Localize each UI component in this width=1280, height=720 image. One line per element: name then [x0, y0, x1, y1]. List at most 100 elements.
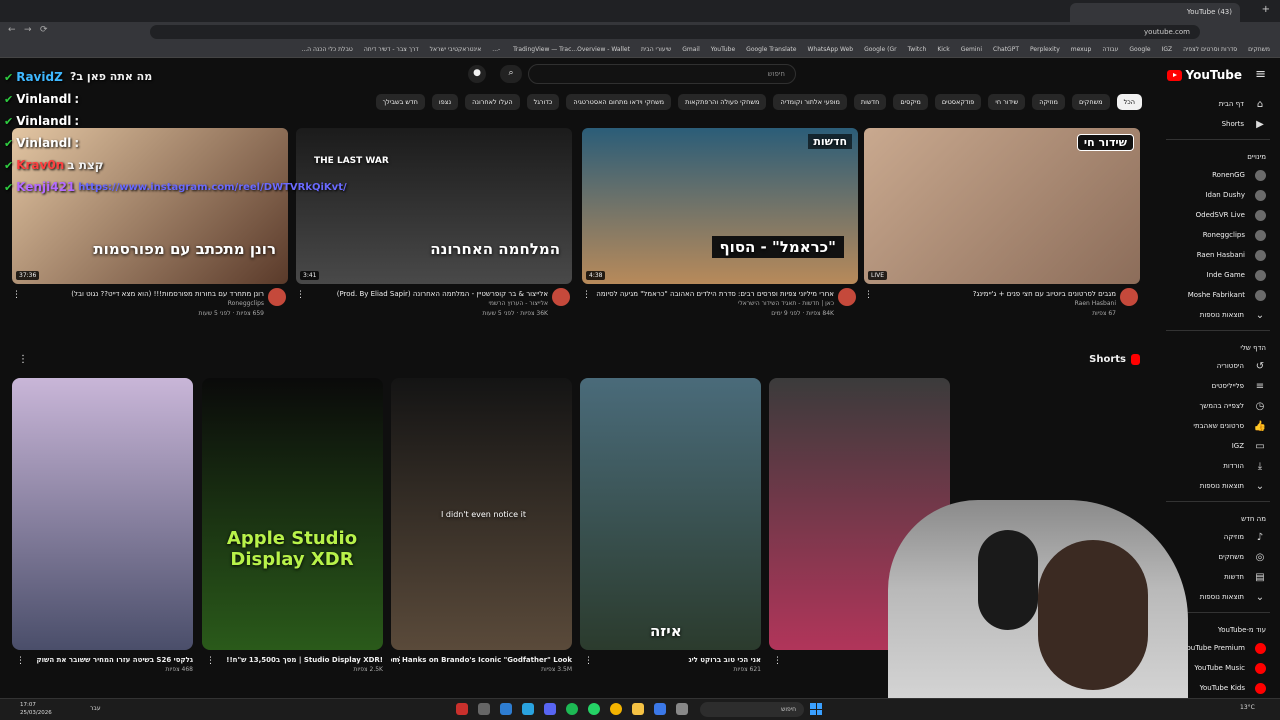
video-thumbnail[interactable]: שידור חי LIVE [864, 128, 1140, 284]
sidebar-item-you-5[interactable]: ⤓ הורדות [1156, 456, 1280, 476]
bookmark-item[interactable]: אינטראקטיבי ישראל [430, 46, 482, 53]
short-card[interactable]: איזה אני הכי טוב ברוקט ליג 621 צפיות ⋮ [580, 378, 761, 673]
video-title[interactable]: מגבים לסרטונים ביוטיוב עם חצי פנים + ג'י… [864, 290, 1140, 299]
bookmark-item[interactable]: טבלת כלי הכנה ה... [301, 46, 352, 53]
bookmark-item[interactable]: mexup [1071, 46, 1092, 53]
short-title[interactable]: !Studio Display XDR | מסך ב13,500 ש"ח!! [202, 656, 383, 664]
whatsapp-icon[interactable] [588, 703, 600, 715]
browser-tab[interactable]: (43) YouTube [1070, 3, 1240, 22]
hamburger-menu-icon[interactable]: ≡ [1255, 67, 1266, 82]
sidebar-more-you[interactable]: ⌄ תוצאות נוספות [1156, 476, 1280, 496]
app-icon-2[interactable] [478, 703, 490, 715]
bookmark-item[interactable]: IGZ [1162, 46, 1173, 53]
bookmark-item[interactable]: TradingView — Trac... [513, 46, 577, 53]
short-thumbnail[interactable]: Apple Studio Display XDR [202, 378, 383, 650]
video-title[interactable]: אלייצור & בר קופרשטיין - המלחמה האחרונה … [296, 290, 572, 299]
chip-4[interactable]: פודקאסטים [934, 94, 982, 110]
bookmark-item[interactable]: Google (Gr [864, 46, 897, 53]
short-title[interactable]: אני הכי טוב ברוקט ליג [580, 656, 761, 664]
you-header[interactable]: הדף שלי [1156, 336, 1280, 356]
app-icon-4[interactable] [654, 703, 666, 715]
short-thumbnail[interactable]: איזה [580, 378, 761, 650]
more-options-icon[interactable]: ⋮ [16, 656, 25, 666]
video-card[interactable]: שידור חי LIVE מגבים לסרטונים ביוטיוב עם חצ… [864, 128, 1140, 319]
chip-9[interactable]: משחקי וידאו מתחום האסטרטגיה [566, 94, 672, 110]
search-input[interactable]: חיפוש [528, 64, 796, 84]
chip-2[interactable]: מוזיקה [1032, 94, 1065, 110]
back-icon[interactable]: ← [8, 25, 16, 35]
telegram-icon[interactable] [522, 703, 534, 715]
bookmark-item[interactable]: Gmail [682, 46, 700, 53]
folder-icon[interactable] [632, 703, 644, 715]
bookmark-item[interactable]: Google [1129, 46, 1150, 53]
sidebar-item-main-1[interactable]: ▶ Shorts [1156, 114, 1280, 134]
chip-12[interactable]: נצפו [431, 94, 459, 110]
bookmark-item[interactable]: Kick [937, 46, 949, 53]
short-thumbnail[interactable]: I didn't even notice it [391, 378, 572, 650]
sidebar-item-you-0[interactable]: ↺ היסטוריה [1156, 356, 1280, 376]
sidebar-item-sub-0[interactable]: RonenGG [1156, 165, 1280, 185]
language-indicator[interactable]: עבר [90, 705, 101, 712]
search-icon[interactable]: ⌕ [500, 65, 522, 83]
sidebar-item-you-3[interactable]: 👍 סרטונים שאהבתי [1156, 416, 1280, 436]
chip-6[interactable]: חדשות [853, 94, 887, 110]
short-card[interactable]: גלקסי S26 בשיטה עזרו המחיר ששובר את השוק… [12, 378, 193, 673]
short-card[interactable]: Apple Studio Display XDR !Studio Display … [202, 378, 383, 673]
more-options-icon[interactable]: ⋮ [395, 656, 404, 666]
bookmark-item[interactable]: Gemini [961, 46, 982, 53]
short-title[interactable]: גלקסי S26 בשיטה עזרו המחיר ששובר את השוק [12, 656, 194, 664]
video-title[interactable]: אחרי מיליוני צפיות ופרסים רבים: סדרת היל… [582, 290, 858, 299]
new-tab-icon[interactable]: + [1262, 4, 1270, 15]
more-options-icon[interactable]: ⋮ [206, 656, 215, 666]
channel-avatar[interactable] [838, 288, 856, 306]
sidebar-item-sub-2[interactable]: OdedSVR Live [1156, 205, 1280, 225]
bookmark-item[interactable]: משחקים [1248, 46, 1270, 53]
short-card[interactable]: I didn't even notice it Tom Hanks on Bran… [391, 378, 572, 673]
app-icon-3[interactable] [500, 703, 512, 715]
sidebar-item-sub-1[interactable]: Idan Dushy [1156, 185, 1280, 205]
channel-name[interactable]: כאן | חדשות - תאגיד השידור הישראלי [582, 299, 858, 309]
sidebar-item-sub-5[interactable]: Inde Game [1156, 265, 1280, 285]
more-options-icon[interactable]: ⋮ [864, 290, 873, 300]
chrome-icon[interactable] [610, 703, 622, 715]
more-options-icon[interactable]: ⋮ [12, 290, 21, 300]
reload-icon[interactable]: ⟳ [40, 25, 48, 35]
chip-13[interactable]: חדש בשבילך [375, 94, 425, 110]
subscriptions-header[interactable]: מינויים [1156, 145, 1280, 165]
bookmark-item[interactable]: עבודה [1102, 46, 1118, 53]
sidebar-item-sub-3[interactable]: Roneggclips [1156, 225, 1280, 245]
mic-icon[interactable]: ● [468, 65, 486, 83]
bookmark-item[interactable]: YouTube [711, 46, 735, 53]
chip-7[interactable]: מופעי אלתור וקומדיה [773, 94, 847, 110]
channel-avatar[interactable] [552, 288, 570, 306]
forward-icon[interactable]: → [24, 25, 32, 35]
bookmark-item[interactable]: WhatsApp Web [807, 46, 853, 53]
short-thumbnail[interactable] [12, 378, 193, 650]
chip-1[interactable]: משחקים [1071, 94, 1110, 110]
more-options-icon[interactable]: ⋮ [582, 290, 591, 300]
sidebar-item-you-1[interactable]: ≡ פלייליסטים [1156, 376, 1280, 396]
address-input[interactable]: youtube.com [150, 25, 1200, 39]
sidebar-item-you-2[interactable]: ◷ לצפייה בהמשך [1156, 396, 1280, 416]
sidebar-item-you-4[interactable]: ▭ IGZ [1156, 436, 1280, 456]
spotify-icon[interactable] [566, 703, 578, 715]
bookmark-item[interactable]: סדרות וסרטים לצפיה [1183, 46, 1237, 53]
bookmark-item[interactable]: דרך צבר - דשיר דיחה [364, 46, 419, 53]
sidebar-item-explore-0[interactable]: ♪ מוזיקה [1156, 527, 1280, 547]
chip-11[interactable]: העלו לאחרונה [465, 94, 520, 110]
bookmark-item[interactable]: ChatGPT [993, 46, 1019, 53]
app-icon-1[interactable] [456, 703, 468, 715]
discord-icon[interactable] [544, 703, 556, 715]
channel-avatar[interactable] [268, 288, 286, 306]
channel-name[interactable]: אלייצור - הערוץ הרשמי [296, 299, 572, 309]
start-icon[interactable] [810, 703, 822, 715]
channel-name[interactable]: Raen Hasbani [864, 299, 1140, 309]
channel-name[interactable]: Roneggclips [12, 299, 288, 309]
chip-8[interactable]: משחקי פעולה והרפתקאות [678, 94, 767, 110]
video-thumbnail[interactable]: "כראמל" - הסוף חדשות 4:38 [582, 128, 858, 284]
more-options-icon[interactable]: ⋮ [584, 656, 593, 666]
more-options-icon[interactable]: ⋮ [773, 656, 782, 666]
bookmark-item[interactable]: Google Translate [746, 46, 796, 53]
chip-5[interactable]: מיקסים [893, 94, 928, 110]
sidebar-more-subs[interactable]: ⌄ תוצאות נוספות [1156, 305, 1280, 325]
